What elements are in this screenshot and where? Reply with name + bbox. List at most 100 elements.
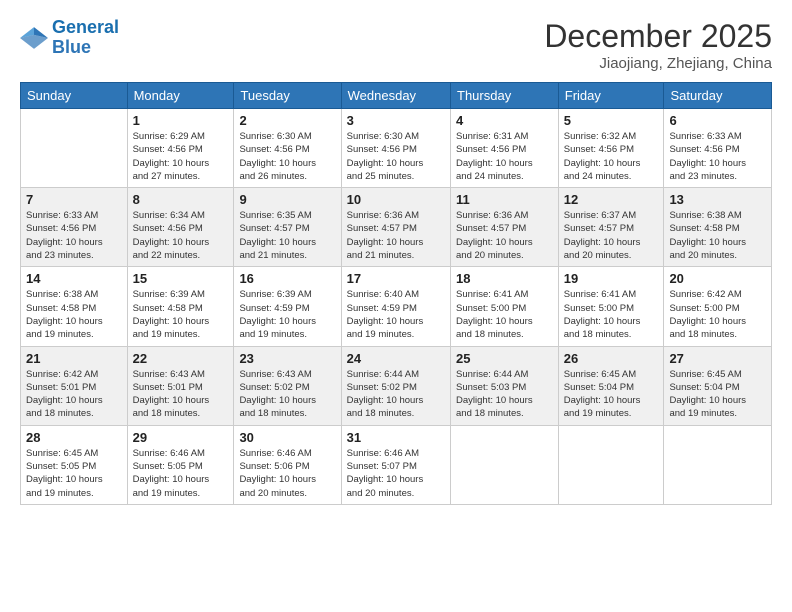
table-row — [558, 425, 664, 504]
day-info: Sunrise: 6:39 AMSunset: 4:59 PMDaylight:… — [239, 288, 335, 341]
logo-text-line2: Blue — [52, 38, 119, 58]
table-row: 30 Sunrise: 6:46 AMSunset: 5:06 PMDayligh… — [234, 425, 341, 504]
table-row: 25 Sunrise: 6:44 AMSunset: 5:03 PMDayligh… — [451, 346, 559, 425]
table-row: 7 Sunrise: 6:33 AMSunset: 4:56 PMDaylight… — [21, 188, 128, 267]
day-info: Sunrise: 6:35 AMSunset: 4:57 PMDaylight:… — [239, 209, 335, 262]
logo-text-line1: General — [52, 18, 119, 38]
day-info: Sunrise: 6:37 AMSunset: 4:57 PMDaylight:… — [564, 209, 659, 262]
day-info: Sunrise: 6:30 AMSunset: 4:56 PMDaylight:… — [347, 130, 445, 183]
table-row: 3Sunrise: 6:30 AMSunset: 4:56 PMDaylight… — [341, 109, 450, 188]
header: General Blue December 2025 Jiaojiang, Zh… — [20, 18, 772, 72]
day-info: Sunrise: 6:41 AMSunset: 5:00 PMDaylight:… — [456, 288, 553, 341]
table-row: 24 Sunrise: 6:44 AMSunset: 5:02 PMDayligh… — [341, 346, 450, 425]
day-number: 16 — [239, 271, 335, 286]
calendar-week-row: 14 Sunrise: 6:38 AMSunset: 4:58 PMDayligh… — [21, 267, 772, 346]
calendar-subtitle: Jiaojiang, Zhejiang, China — [544, 55, 772, 72]
day-number: 26 — [564, 351, 659, 366]
day-info: Sunrise: 6:46 AMSunset: 5:05 PMDaylight:… — [133, 447, 229, 500]
table-row: 28Sunrise: 6:45 AMSunset: 5:05 PMDayligh… — [21, 425, 128, 504]
table-row: 15 Sunrise: 6:39 AMSunset: 4:58 PMDayligh… — [127, 267, 234, 346]
table-row: 29Sunrise: 6:46 AMSunset: 5:05 PMDayligh… — [127, 425, 234, 504]
day-info: Sunrise: 6:30 AMSunset: 4:56 PMDaylight:… — [239, 130, 335, 183]
day-info: Sunrise: 6:42 AMSunset: 5:01 PMDaylight:… — [26, 368, 122, 421]
table-row: 18 Sunrise: 6:41 AMSunset: 5:00 PMDayligh… — [451, 267, 559, 346]
day-number: 8 — [133, 192, 229, 207]
day-number: 10 — [347, 192, 445, 207]
day-number: 18 — [456, 271, 553, 286]
table-row: 20Sunrise: 6:42 AMSunset: 5:00 PMDayligh… — [664, 267, 772, 346]
table-row: 14 Sunrise: 6:38 AMSunset: 4:58 PMDayligh… — [21, 267, 128, 346]
table-row: 27 Sunrise: 6:45 AMSunset: 5:04 PMDayligh… — [664, 346, 772, 425]
day-number: 30 — [239, 430, 335, 445]
table-row: 5 Sunrise: 6:32 AMSunset: 4:56 PMDaylight… — [558, 109, 664, 188]
day-info: Sunrise: 6:38 AMSunset: 4:58 PMDaylight:… — [669, 209, 766, 262]
col-friday: Friday — [558, 83, 664, 109]
table-row — [21, 109, 128, 188]
logo: General Blue — [20, 18, 119, 58]
table-row: 10 Sunrise: 6:36 AMSunset: 4:57 PMDayligh… — [341, 188, 450, 267]
calendar-header-row: Sunday Monday Tuesday Wednesday Thursday… — [21, 83, 772, 109]
day-info: Sunrise: 6:46 AMSunset: 5:06 PMDaylight:… — [239, 447, 335, 500]
table-row: 4Sunrise: 6:31 AMSunset: 4:56 PMDaylight… — [451, 109, 559, 188]
table-row: 8 Sunrise: 6:34 AMSunset: 4:56 PMDaylight… — [127, 188, 234, 267]
day-number: 2 — [239, 113, 335, 128]
table-row: 2 Sunrise: 6:30 AMSunset: 4:56 PMDaylight… — [234, 109, 341, 188]
table-row: 11 Sunrise: 6:36 AMSunset: 4:57 PMDayligh… — [451, 188, 559, 267]
day-number: 24 — [347, 351, 445, 366]
day-info: Sunrise: 6:32 AMSunset: 4:56 PMDaylight:… — [564, 130, 659, 183]
table-row: 19 Sunrise: 6:41 AMSunset: 5:00 PMDayligh… — [558, 267, 664, 346]
day-number: 13 — [669, 192, 766, 207]
day-info: Sunrise: 6:33 AMSunset: 4:56 PMDaylight:… — [669, 130, 766, 183]
day-number: 9 — [239, 192, 335, 207]
day-number: 1 — [133, 113, 229, 128]
calendar-week-row: 1 Sunrise: 6:29 AMSunset: 4:56 PMDaylight… — [21, 109, 772, 188]
calendar-week-row: 7 Sunrise: 6:33 AMSunset: 4:56 PMDaylight… — [21, 188, 772, 267]
day-number: 14 — [26, 271, 122, 286]
day-number: 21 — [26, 351, 122, 366]
day-info: Sunrise: 6:36 AMSunset: 4:57 PMDaylight:… — [347, 209, 445, 262]
day-info: Sunrise: 6:41 AMSunset: 5:00 PMDaylight:… — [564, 288, 659, 341]
col-wednesday: Wednesday — [341, 83, 450, 109]
table-row: 9 Sunrise: 6:35 AMSunset: 4:57 PMDaylight… — [234, 188, 341, 267]
day-info: Sunrise: 6:40 AMSunset: 4:59 PMDaylight:… — [347, 288, 445, 341]
col-thursday: Thursday — [451, 83, 559, 109]
day-number: 5 — [564, 113, 659, 128]
col-sunday: Sunday — [21, 83, 128, 109]
day-number: 11 — [456, 192, 553, 207]
day-info: Sunrise: 6:36 AMSunset: 4:57 PMDaylight:… — [456, 209, 553, 262]
day-info: Sunrise: 6:45 AMSunset: 5:05 PMDaylight:… — [26, 447, 122, 500]
day-number: 31 — [347, 430, 445, 445]
col-tuesday: Tuesday — [234, 83, 341, 109]
calendar-title: December 2025 — [544, 18, 772, 55]
day-info: Sunrise: 6:42 AMSunset: 5:00 PMDaylight:… — [669, 288, 766, 341]
day-info: Sunrise: 6:43 AMSunset: 5:02 PMDaylight:… — [239, 368, 335, 421]
table-row: 6Sunrise: 6:33 AMSunset: 4:56 PMDaylight… — [664, 109, 772, 188]
day-number: 25 — [456, 351, 553, 366]
day-number: 12 — [564, 192, 659, 207]
table-row: 1 Sunrise: 6:29 AMSunset: 4:56 PMDaylight… — [127, 109, 234, 188]
calendar-week-row: 28Sunrise: 6:45 AMSunset: 5:05 PMDayligh… — [21, 425, 772, 504]
day-info: Sunrise: 6:44 AMSunset: 5:02 PMDaylight:… — [347, 368, 445, 421]
table-row: 31Sunrise: 6:46 AMSunset: 5:07 PMDayligh… — [341, 425, 450, 504]
col-saturday: Saturday — [664, 83, 772, 109]
table-row: 21 Sunrise: 6:42 AMSunset: 5:01 PMDayligh… — [21, 346, 128, 425]
day-number: 7 — [26, 192, 122, 207]
table-row: 26 Sunrise: 6:45 AMSunset: 5:04 PMDayligh… — [558, 346, 664, 425]
day-info: Sunrise: 6:45 AMSunset: 5:04 PMDaylight:… — [669, 368, 766, 421]
calendar-table: Sunday Monday Tuesday Wednesday Thursday… — [20, 82, 772, 505]
day-number: 19 — [564, 271, 659, 286]
day-number: 27 — [669, 351, 766, 366]
day-info: Sunrise: 6:34 AMSunset: 4:56 PMDaylight:… — [133, 209, 229, 262]
table-row: 13 Sunrise: 6:38 AMSunset: 4:58 PMDayligh… — [664, 188, 772, 267]
day-info: Sunrise: 6:44 AMSunset: 5:03 PMDaylight:… — [456, 368, 553, 421]
day-number: 17 — [347, 271, 445, 286]
day-info: Sunrise: 6:39 AMSunset: 4:58 PMDaylight:… — [133, 288, 229, 341]
day-info: Sunrise: 6:33 AMSunset: 4:56 PMDaylight:… — [26, 209, 122, 262]
day-info: Sunrise: 6:29 AMSunset: 4:56 PMDaylight:… — [133, 130, 229, 183]
table-row: 22Sunrise: 6:43 AMSunset: 5:01 PMDayligh… — [127, 346, 234, 425]
table-row: 16 Sunrise: 6:39 AMSunset: 4:59 PMDayligh… — [234, 267, 341, 346]
table-row: 23Sunrise: 6:43 AMSunset: 5:02 PMDayligh… — [234, 346, 341, 425]
day-info: Sunrise: 6:45 AMSunset: 5:04 PMDaylight:… — [564, 368, 659, 421]
day-number: 15 — [133, 271, 229, 286]
day-info: Sunrise: 6:38 AMSunset: 4:58 PMDaylight:… — [26, 288, 122, 341]
